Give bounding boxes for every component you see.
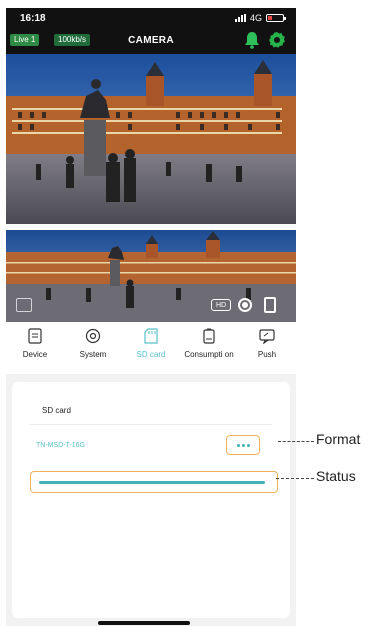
network-type: 4G (249, 13, 262, 23)
battery-consumption-icon (203, 328, 215, 344)
tab-device-label: Device (22, 350, 48, 359)
tab-system[interactable]: System (64, 322, 122, 374)
tab-sd-card[interactable]: SD card (122, 322, 180, 374)
panel-divider (30, 424, 272, 425)
status-indicators: 4G (234, 13, 286, 23)
snapshot-icon[interactable] (16, 298, 32, 312)
sd-card-title: SD card (42, 406, 71, 415)
tab-consumption-label: Consumpti on (184, 350, 234, 359)
record-icon[interactable] (238, 298, 252, 312)
bell-icon[interactable] (244, 31, 260, 49)
device-icon (28, 328, 42, 344)
live-video-secondary[interactable] (6, 230, 296, 322)
more-dots-icon (236, 443, 240, 447)
tab-system-label: System (79, 350, 107, 359)
hd-toggle-button[interactable]: HD (211, 299, 231, 311)
sd-status-fill (39, 481, 265, 484)
phone-screen: 16:18 4G Live 1 100kb/s CAMERA HD Device… (6, 8, 296, 626)
status-time: 16:18 (20, 13, 46, 24)
tab-bar: Device System SD card Consumpti on Push (6, 322, 296, 374)
plaza-video-frame-wide (6, 230, 296, 322)
status-callout-line (276, 478, 314, 479)
push-icon (259, 329, 275, 344)
top-bar: 16:18 4G Live 1 100kb/s CAMERA (6, 8, 296, 54)
sd-status-box (30, 471, 278, 493)
live-video-main[interactable] (6, 54, 296, 224)
tab-device[interactable]: Device (6, 322, 64, 374)
tab-push[interactable]: Push (238, 322, 296, 374)
tab-push-label: Push (257, 350, 277, 359)
sd-status-bar (39, 481, 265, 484)
signal-icon (234, 14, 246, 22)
format-callout-line (278, 441, 314, 442)
format-callout-label: Format (316, 431, 361, 447)
sd-card-info: TN-MSD-T-16G (36, 442, 85, 449)
tab-consumption[interactable]: Consumpti on (180, 322, 238, 374)
home-indicator[interactable] (98, 621, 190, 625)
status-callout-label: Status (316, 468, 356, 484)
settings-gear-icon[interactable] (268, 31, 286, 49)
battery-icon (266, 14, 286, 22)
system-icon (85, 328, 101, 344)
format-more-button[interactable] (226, 435, 260, 455)
sd-card-panel: SD card TN-MSD-T-16G (12, 382, 290, 618)
sd-card-icon (144, 328, 158, 344)
tab-sd-card-label: SD card (136, 350, 166, 359)
plaza-video-frame (6, 54, 296, 224)
fullscreen-icon[interactable] (264, 297, 276, 313)
